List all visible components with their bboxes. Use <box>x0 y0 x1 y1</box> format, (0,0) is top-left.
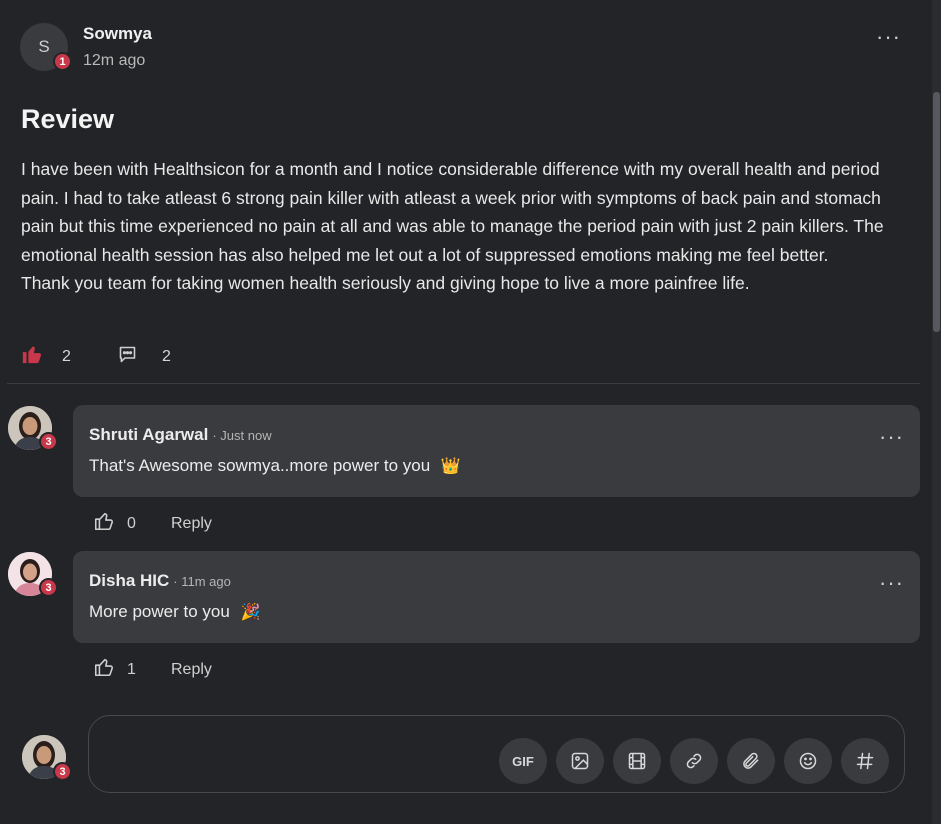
like-button[interactable]: 2 <box>21 343 71 370</box>
comment-composer[interactable]: GIF <box>88 715 905 793</box>
post-paragraph: Thank you team for taking women health s… <box>21 273 750 294</box>
reply-button[interactable]: Reply <box>171 515 212 533</box>
post-paragraph: I have been with Healthsicon for a month… <box>21 159 884 265</box>
post-timestamp: 12m ago <box>83 52 146 69</box>
post-more-options-icon[interactable]: ··· <box>876 26 901 48</box>
link-icon[interactable] <box>670 738 718 784</box>
comment-like-count: 0 <box>127 514 136 532</box>
comment-text: That's Awesome sowmya..more power to you… <box>89 456 461 476</box>
hashtag-icon[interactable] <box>841 738 889 784</box>
comment-bubble-icon <box>117 344 138 370</box>
commenter-level-badge: 3 <box>39 432 58 451</box>
comment-actions: 0 Reply <box>93 510 212 537</box>
comment-text: More power to you 🎉 <box>89 602 260 622</box>
comment-more-options-icon[interactable]: ··· <box>879 572 904 594</box>
comment-card: Shruti Agarwal · Just now ··· That's Awes… <box>73 405 920 497</box>
reply-button[interactable]: Reply <box>171 661 212 679</box>
comment-count-button[interactable]: 2 <box>117 344 171 370</box>
comment-actions: 1 Reply <box>93 656 212 683</box>
current-user-level-badge: 3 <box>53 762 72 781</box>
party-popper-emoji-icon: 🎉 <box>240 604 261 621</box>
comment-count: 2 <box>162 348 171 365</box>
comment-author[interactable]: Shruti Agarwal · Just now <box>89 425 272 445</box>
comment-text-content: More power to you <box>89 602 230 621</box>
post-body: I have been with Healthsicon for a month… <box>21 155 911 298</box>
comment-author-name[interactable]: Disha HIC <box>89 571 169 590</box>
comment-more-options-icon[interactable]: ··· <box>879 426 904 448</box>
like-count: 2 <box>62 347 71 365</box>
gif-icon[interactable]: GIF <box>499 738 547 784</box>
divider <box>7 383 920 384</box>
comment-like-count: 1 <box>127 660 136 678</box>
video-icon[interactable] <box>613 738 661 784</box>
comment-timestamp: · Just now <box>212 428 272 443</box>
image-icon[interactable] <box>556 738 604 784</box>
crown-emoji-icon: 👑 <box>440 458 461 475</box>
author-level-badge: 1 <box>53 52 72 71</box>
post-title: Review <box>21 104 115 134</box>
comment-author-name[interactable]: Shruti Agarwal <box>89 425 208 444</box>
emoji-icon[interactable] <box>784 738 832 784</box>
attachment-icon[interactable] <box>727 738 775 784</box>
comment-timestamp: · 11m ago <box>173 574 231 589</box>
comment-card: Disha HIC · 11m ago ··· More power to you… <box>73 551 920 643</box>
comment-author[interactable]: Disha HIC · 11m ago <box>89 571 231 591</box>
thumbs-up-outline-icon[interactable] <box>93 510 115 537</box>
comment-text-content: That's Awesome sowmya..more power to you <box>89 456 431 475</box>
scrollbar-thumb[interactable] <box>933 92 940 332</box>
thumbs-up-outline-icon[interactable] <box>93 656 115 683</box>
commenter-level-badge: 3 <box>39 578 58 597</box>
author-name[interactable]: Sowmya <box>83 24 152 44</box>
thumbs-up-filled-icon <box>21 343 43 370</box>
